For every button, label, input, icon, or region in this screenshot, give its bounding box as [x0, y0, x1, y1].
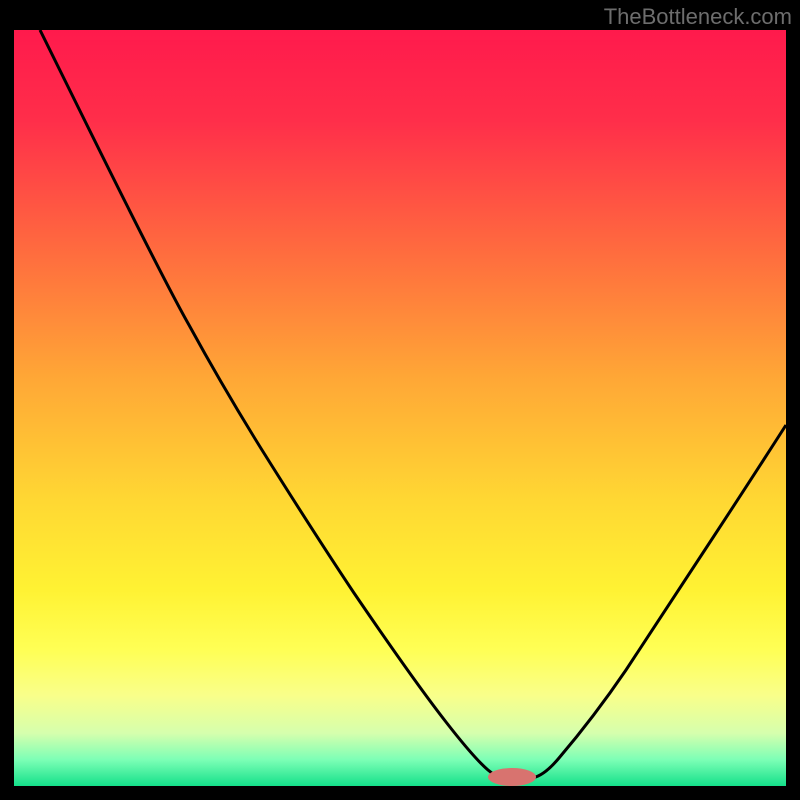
gradient-background [14, 30, 786, 786]
chart-container: TheBottleneck.com [0, 0, 800, 800]
watermark-text: TheBottleneck.com [604, 4, 792, 30]
selected-marker [488, 768, 536, 786]
chart-svg [14, 30, 786, 786]
plot-area [14, 30, 786, 786]
